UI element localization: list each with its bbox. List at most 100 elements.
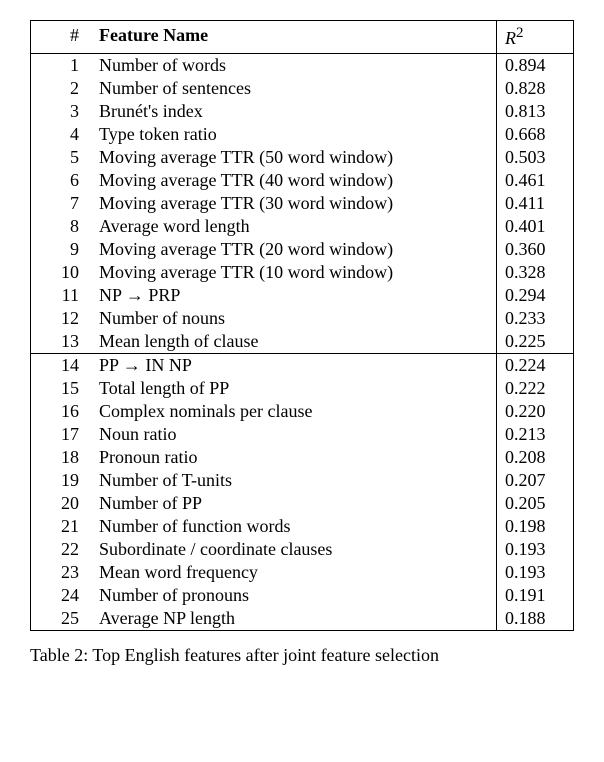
- row-num: 10: [31, 261, 92, 284]
- row-r2: 0.193: [497, 561, 574, 584]
- row-num: 16: [31, 400, 92, 423]
- row-num: 1: [31, 54, 92, 78]
- row-r2: 0.461: [497, 169, 574, 192]
- table-row: 15Total length of PP0.222: [31, 377, 574, 400]
- row-num: 3: [31, 100, 92, 123]
- row-r2: 0.198: [497, 515, 574, 538]
- row-feature: Total length of PP: [91, 377, 497, 400]
- table-row: 1Number of words0.894: [31, 54, 574, 78]
- row-num: 2: [31, 77, 92, 100]
- r-sup: 2: [516, 25, 524, 41]
- row-num: 14: [31, 354, 92, 378]
- row-num: 11: [31, 284, 92, 307]
- row-num: 6: [31, 169, 92, 192]
- table-row: 6Moving average TTR (40 word window)0.46…: [31, 169, 574, 192]
- row-num: 9: [31, 238, 92, 261]
- row-r2: 0.503: [497, 146, 574, 169]
- row-num: 22: [31, 538, 92, 561]
- row-r2: 0.220: [497, 400, 574, 423]
- table-header-row: # Feature Name R2: [31, 21, 574, 54]
- row-feature: Brunét's index: [91, 100, 497, 123]
- row-r2: 0.193: [497, 538, 574, 561]
- table-body-group2: 14PP → IN NP0.22415Total length of PP0.2…: [31, 354, 574, 631]
- row-r2: 0.208: [497, 446, 574, 469]
- row-feature: Moving average TTR (40 word window): [91, 169, 497, 192]
- table-row: 17Noun ratio0.213: [31, 423, 574, 446]
- row-feature: Number of function words: [91, 515, 497, 538]
- row-num: 12: [31, 307, 92, 330]
- row-num: 20: [31, 492, 92, 515]
- row-num: 21: [31, 515, 92, 538]
- row-feature: Average word length: [91, 215, 497, 238]
- row-num: 7: [31, 192, 92, 215]
- row-feature: Moving average TTR (30 word window): [91, 192, 497, 215]
- feature-table: # Feature Name R2 1Number of words0.8942…: [30, 20, 574, 631]
- row-r2: 0.207: [497, 469, 574, 492]
- row-r2: 0.360: [497, 238, 574, 261]
- row-feature: Number of nouns: [91, 307, 497, 330]
- row-feature: Moving average TTR (20 word window): [91, 238, 497, 261]
- header-num: #: [31, 21, 92, 54]
- table-row: 22Subordinate / coordinate clauses0.193: [31, 538, 574, 561]
- row-r2: 0.668: [497, 123, 574, 146]
- row-num: 18: [31, 446, 92, 469]
- row-r2: 0.894: [497, 54, 574, 78]
- row-r2: 0.222: [497, 377, 574, 400]
- row-feature: Average NP length: [91, 607, 497, 631]
- row-num: 15: [31, 377, 92, 400]
- row-r2: 0.225: [497, 330, 574, 354]
- table-row: 4Type token ratio0.668: [31, 123, 574, 146]
- row-num: 19: [31, 469, 92, 492]
- row-r2: 0.205: [497, 492, 574, 515]
- row-r2: 0.294: [497, 284, 574, 307]
- row-feature: Number of words: [91, 54, 497, 78]
- table-row: 20Number of PP0.205: [31, 492, 574, 515]
- row-feature: Number of T-units: [91, 469, 497, 492]
- table-row: 23Mean word frequency0.193: [31, 561, 574, 584]
- row-feature: Number of pronouns: [91, 584, 497, 607]
- table-row: 18Pronoun ratio0.208: [31, 446, 574, 469]
- header-r2: R2: [497, 21, 574, 54]
- table-row: 8Average word length0.401: [31, 215, 574, 238]
- table-row: 19Number of T-units0.207: [31, 469, 574, 492]
- table-row: 21Number of function words0.198: [31, 515, 574, 538]
- row-r2: 0.188: [497, 607, 574, 631]
- table-caption: Table 2: Top English features after join…: [30, 645, 574, 666]
- row-feature: Subordinate / coordinate clauses: [91, 538, 497, 561]
- table-row: 24Number of pronouns0.191: [31, 584, 574, 607]
- row-feature: Type token ratio: [91, 123, 497, 146]
- row-r2: 0.813: [497, 100, 574, 123]
- row-feature: Mean length of clause: [91, 330, 497, 354]
- r-symbol: R: [505, 28, 516, 48]
- row-feature: Number of PP: [91, 492, 497, 515]
- header-feature: Feature Name: [91, 21, 497, 54]
- row-r2: 0.328: [497, 261, 574, 284]
- row-num: 17: [31, 423, 92, 446]
- row-feature: Noun ratio: [91, 423, 497, 446]
- table-row: 2Number of sentences0.828: [31, 77, 574, 100]
- table-row: 16Complex nominals per clause0.220: [31, 400, 574, 423]
- row-num: 13: [31, 330, 92, 354]
- row-feature: Mean word frequency: [91, 561, 497, 584]
- row-r2: 0.213: [497, 423, 574, 446]
- table-row: 7Moving average TTR (30 word window)0.41…: [31, 192, 574, 215]
- row-feature: Pronoun ratio: [91, 446, 497, 469]
- table-row: 10Moving average TTR (10 word window)0.3…: [31, 261, 574, 284]
- row-num: 24: [31, 584, 92, 607]
- row-feature: NP → PRP: [91, 284, 497, 307]
- table-row: 3Brunét's index0.813: [31, 100, 574, 123]
- row-r2: 0.411: [497, 192, 574, 215]
- row-r2: 0.224: [497, 354, 574, 378]
- row-feature: Moving average TTR (50 word window): [91, 146, 497, 169]
- row-num: 25: [31, 607, 92, 631]
- row-r2: 0.191: [497, 584, 574, 607]
- table-row: 12Number of nouns0.233: [31, 307, 574, 330]
- row-num: 5: [31, 146, 92, 169]
- row-feature: Moving average TTR (10 word window): [91, 261, 497, 284]
- table-row: 11NP → PRP0.294: [31, 284, 574, 307]
- row-r2: 0.828: [497, 77, 574, 100]
- row-num: 23: [31, 561, 92, 584]
- row-feature: PP → IN NP: [91, 354, 497, 378]
- table-row: 13Mean length of clause0.225: [31, 330, 574, 354]
- row-r2: 0.233: [497, 307, 574, 330]
